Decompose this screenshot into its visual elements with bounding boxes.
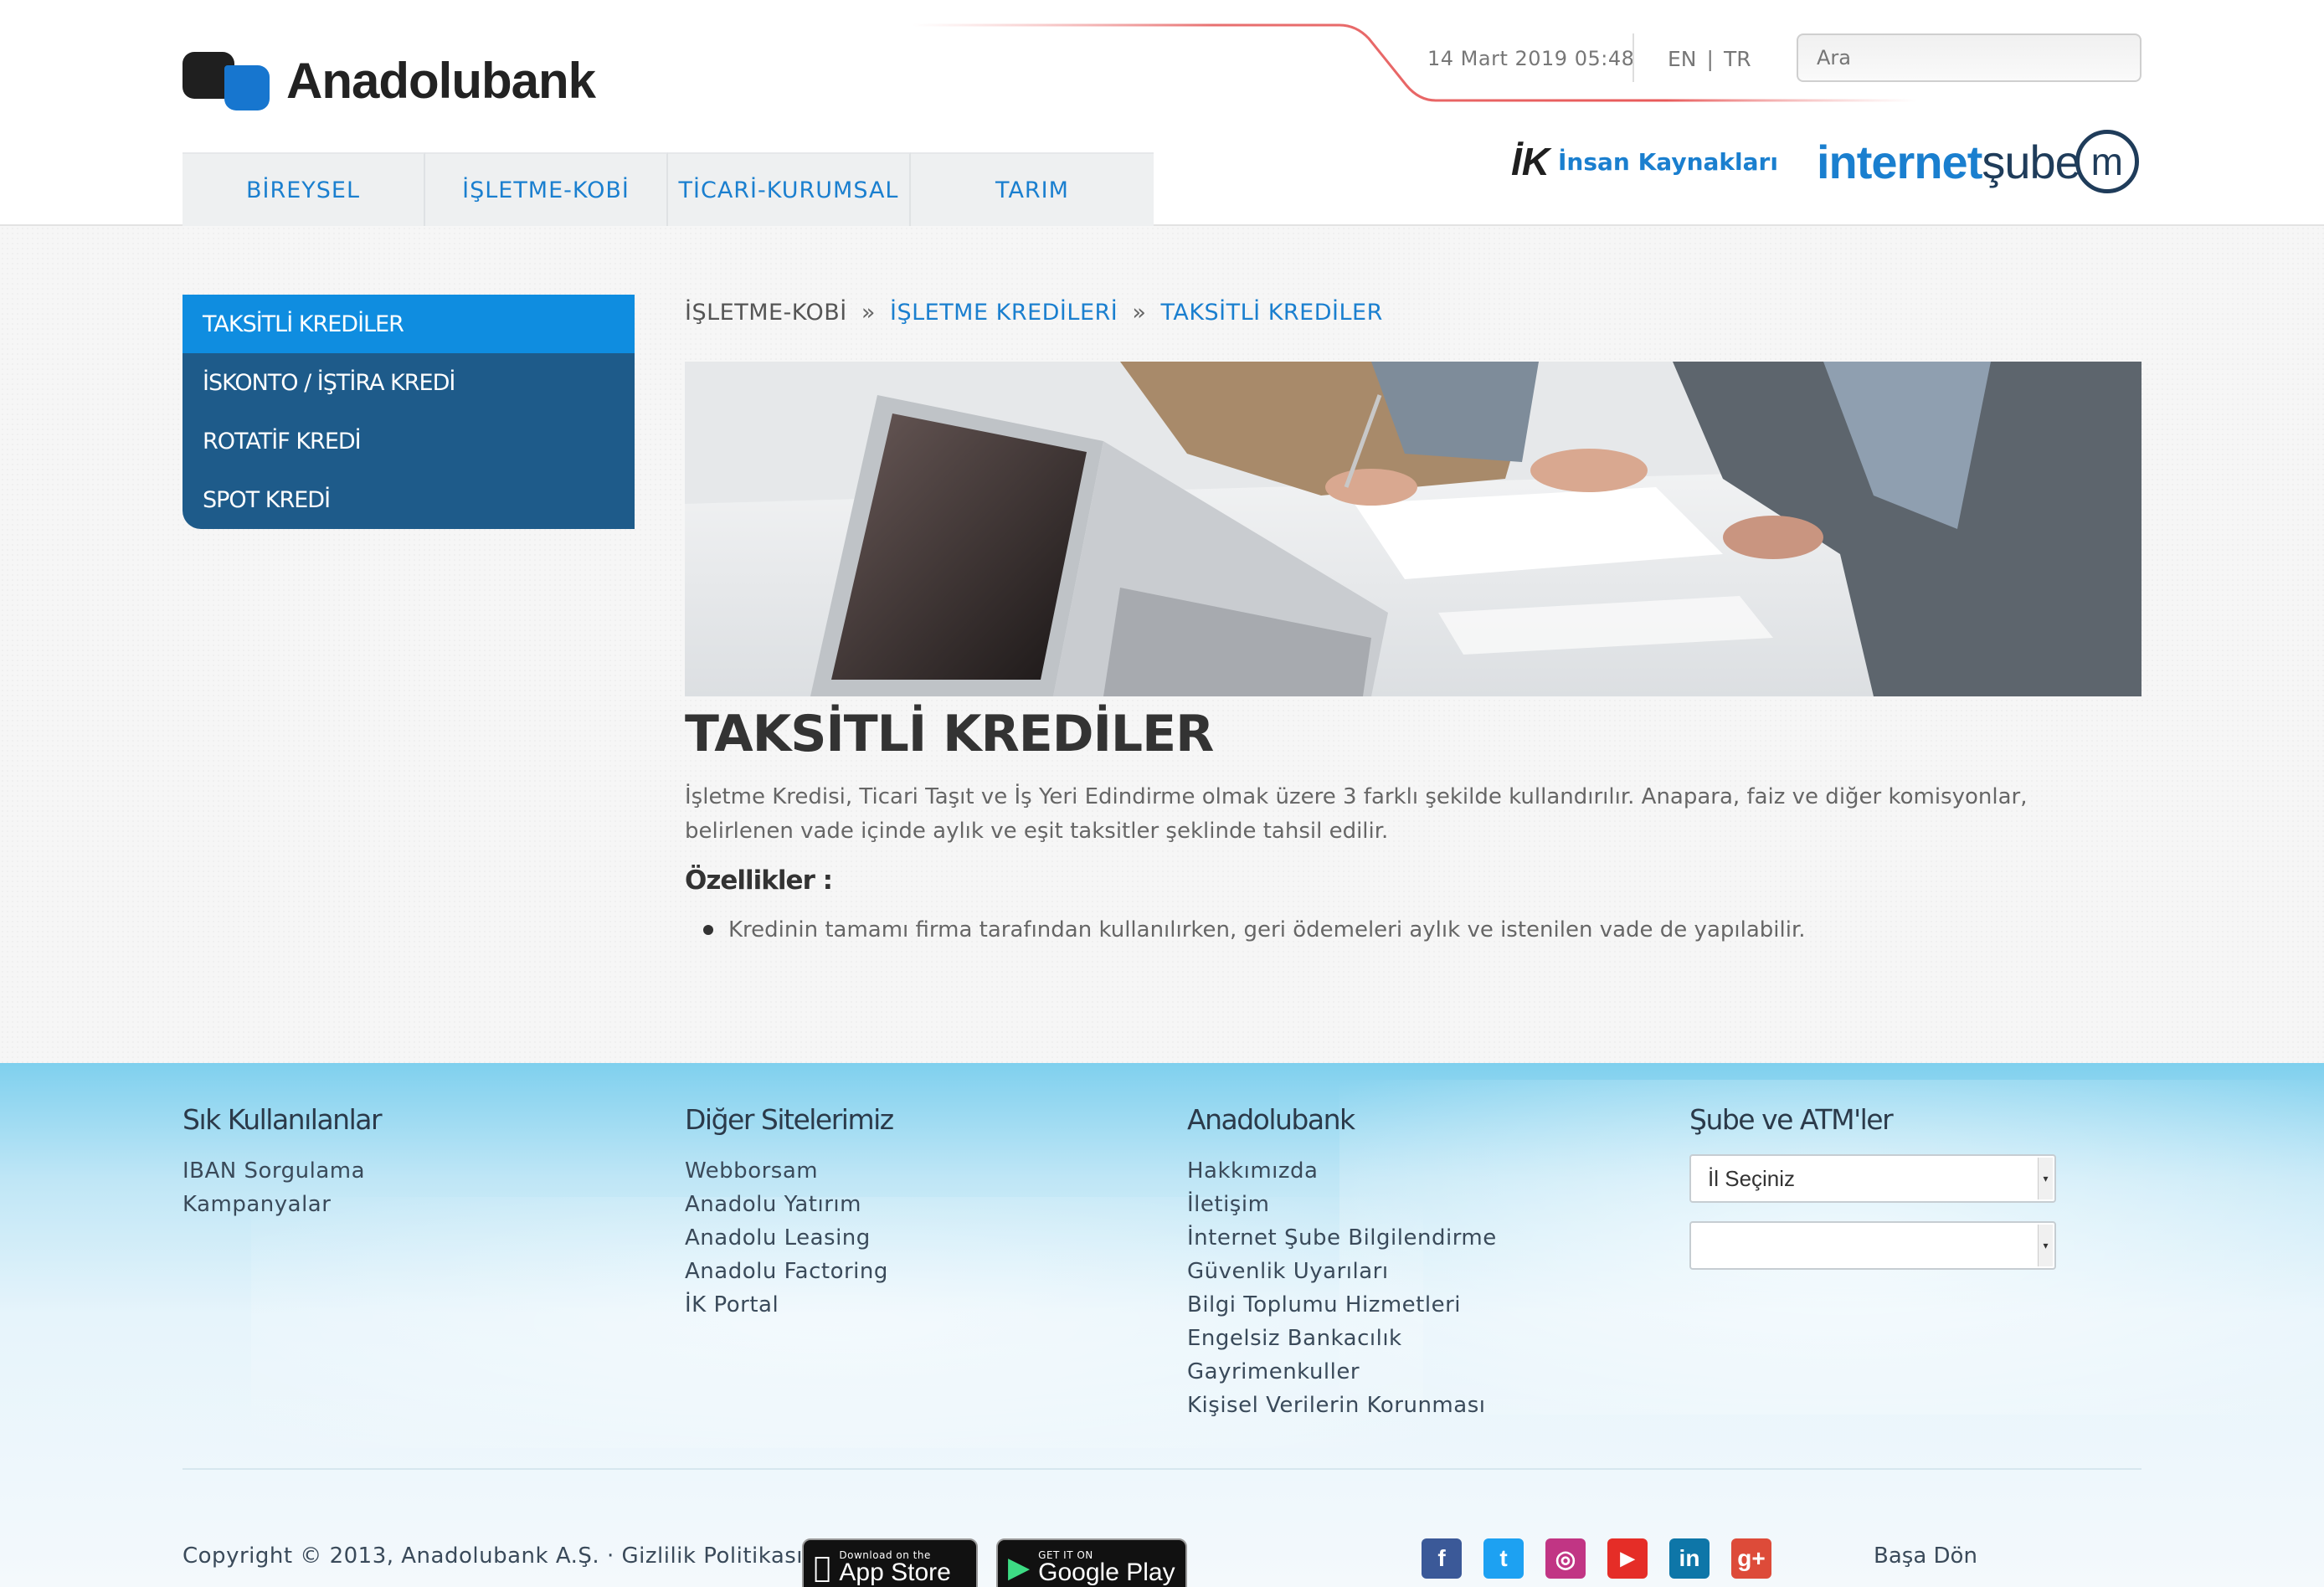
city-select-value: İl Seçiniz bbox=[1708, 1165, 1796, 1191]
footer-link-iban-sorgulama[interactable]: IBAN Sorgulama bbox=[183, 1154, 381, 1188]
footer-col-title: Şube ve ATM'ler bbox=[1689, 1103, 1894, 1136]
footer-link-anadolu-factoring[interactable]: Anadolu Factoring bbox=[685, 1255, 893, 1288]
footer-link-anadolu-yatirim[interactable]: Anadolu Yatırım bbox=[685, 1188, 893, 1221]
breadcrumb-taksitli-krediler[interactable]: TAKSİTLİ KREDİLER bbox=[1160, 300, 1382, 326]
page-title: TAKSİTLİ KREDİLER bbox=[685, 705, 1214, 763]
app-store-badge[interactable]:  Download on the App Store bbox=[802, 1538, 978, 1587]
site-header: Anadolubank 14 Mart 2019 05:48 EN | TR BİR… bbox=[0, 0, 2324, 226]
footer-link-kisisel-verilerin-korunmasi[interactable]: Kişisel Verilerin Korunması bbox=[1187, 1389, 1497, 1422]
hero-image bbox=[685, 362, 2141, 696]
internet-sube-word-sube: şube bbox=[1982, 135, 2080, 188]
ik-label: İnsan Kaynakları bbox=[1558, 147, 1778, 176]
features-list: Kredinin tamamı firma tarafından kullanı… bbox=[703, 917, 1806, 942]
back-to-top-link[interactable]: Başa Dön bbox=[1874, 1543, 1977, 1569]
copyright-text: Copyright © 2013, Anadolubank A.Ş. · Giz… bbox=[183, 1543, 818, 1569]
lang-separator: | bbox=[1706, 47, 1714, 71]
intro-text: İşletme Kredisi, Ticari Taşıt ve İş Yeri… bbox=[685, 784, 2028, 844]
footer-link-bilgi-toplumu-hizmetleri[interactable]: Bilgi Toplumu Hizmetleri bbox=[1187, 1288, 1497, 1322]
google-play-icon: ▶ bbox=[1008, 1551, 1031, 1584]
footer-col-sube-atm: Şube ve ATM'ler İl Seçiniz ▾ ▾ bbox=[1689, 1103, 2056, 1288]
lang-tr[interactable]: TR bbox=[1724, 47, 1751, 71]
footer-link-iletisim[interactable]: İletişim bbox=[1187, 1188, 1497, 1221]
ik-logo-icon: İK bbox=[1511, 140, 1550, 183]
app-store-big-text: App Store bbox=[822, 1559, 950, 1586]
insan-kaynaklari-link[interactable]: İK İnsan Kaynakları bbox=[1511, 139, 1778, 184]
dropdown-arrow-icon: ▾ bbox=[2038, 1158, 2053, 1199]
breadcrumb-separator: » bbox=[1132, 300, 1147, 326]
city-select[interactable]: İl Seçiniz ▾ bbox=[1689, 1154, 2056, 1203]
youtube-icon[interactable]: ▶ bbox=[1607, 1538, 1648, 1579]
footer-link-ik-portal[interactable]: İK Portal bbox=[685, 1288, 893, 1322]
breadcrumb: İŞLETME-KOBİ » İŞLETME KREDİLERİ » TAKSİ… bbox=[685, 300, 1383, 326]
footer-col-diger-sitelerimiz: Diğer Sitelerimiz Webborsam Anadolu Yatı… bbox=[685, 1103, 894, 1322]
side-item-rotatif-kredi[interactable]: ROTATİF KREDİ bbox=[183, 412, 635, 470]
footer-col-anadolubank: Anadolubank Hakkımızda İletişim İnternet… bbox=[1187, 1103, 1497, 1422]
footer-divider bbox=[183, 1468, 2141, 1470]
facebook-icon[interactable]: f bbox=[1422, 1538, 1462, 1579]
side-item-spot-kredi[interactable]: SPOT KREDİ bbox=[183, 470, 635, 529]
language-switcher: EN | TR bbox=[1668, 47, 1761, 71]
brand-name: Anadolubank bbox=[286, 52, 596, 109]
footer-link-webborsam[interactable]: Webborsam bbox=[685, 1154, 893, 1188]
nav-isletme-kobi[interactable]: İŞLETME-KOBİ bbox=[425, 152, 668, 226]
side-menu: TAKSİTLİ KREDİLER İSKONTO / İŞTİRA KREDİ… bbox=[183, 295, 635, 529]
logo-mark-icon bbox=[183, 50, 273, 110]
breadcrumb-separator: » bbox=[861, 300, 876, 326]
footer-link-guvenlik-uyarilari[interactable]: Güvenlik Uyarıları bbox=[1187, 1255, 1497, 1288]
footer-col-title: Diğer Sitelerimiz bbox=[685, 1103, 894, 1136]
bullet-icon bbox=[703, 925, 713, 935]
side-item-iskonto-istira-kredi[interactable]: İSKONTO / İŞTİRA KREDİ bbox=[183, 353, 635, 412]
instagram-icon[interactable]: ◎ bbox=[1545, 1538, 1586, 1579]
linkedin-icon[interactable]: in bbox=[1669, 1538, 1710, 1579]
features-heading: Özellikler : bbox=[685, 865, 833, 896]
footer-link-engelsiz-bankacilik[interactable]: Engelsiz Bankacılık bbox=[1187, 1322, 1497, 1355]
twitter-icon[interactable]: t bbox=[1483, 1538, 1524, 1579]
lang-en[interactable]: EN bbox=[1668, 47, 1697, 71]
internet-sube-word-internet: internet bbox=[1817, 135, 1982, 188]
breadcrumb-isletme-kredileri[interactable]: İŞLETME KREDİLERİ bbox=[890, 300, 1118, 326]
google-play-big-text: Google Play bbox=[1038, 1559, 1175, 1586]
feature-text: Kredinin tamamı firma tarafından kullanı… bbox=[728, 917, 1806, 942]
side-item-taksitli-krediler[interactable]: TAKSİTLİ KREDİLER bbox=[183, 295, 635, 353]
footer-col-sik-kullanilanlar: Sık Kullanılanlar IBAN Sorgulama Kampany… bbox=[183, 1103, 383, 1221]
footer-link-kampanyalar[interactable]: Kampanyalar bbox=[183, 1188, 381, 1221]
footer-link-internet-sube-bilgilendirme[interactable]: İnternet Şube Bilgilendirme bbox=[1187, 1221, 1497, 1255]
google-plus-icon[interactable]: g+ bbox=[1731, 1538, 1771, 1579]
footer-link-hakkimizda[interactable]: Hakkımızda bbox=[1187, 1154, 1497, 1188]
google-play-badge[interactable]: ▶ GET IT ON Google Play bbox=[996, 1538, 1187, 1587]
content-area: TAKSİTLİ KREDİLER İSKONTO / İŞTİRA KREDİ… bbox=[0, 226, 2324, 1063]
nav-bireysel[interactable]: BİREYSEL bbox=[183, 152, 425, 226]
header-date: 14 Mart 2019 05:48 bbox=[1427, 47, 1635, 70]
decorative-red-line bbox=[913, 23, 1917, 102]
internet-sube-link[interactable]: internet şube m bbox=[1817, 130, 2139, 193]
district-select[interactable]: ▾ bbox=[1689, 1221, 2056, 1270]
search-input[interactable] bbox=[1797, 33, 2141, 82]
footer-link-anadolu-leasing[interactable]: Anadolu Leasing bbox=[685, 1221, 893, 1255]
apple-icon:  bbox=[814, 1551, 830, 1584]
footer-col-title: Sık Kullanılanlar bbox=[183, 1103, 383, 1136]
list-item: Kredinin tamamı firma tarafından kullanı… bbox=[703, 917, 1806, 942]
mobile-m-icon: m bbox=[2075, 130, 2139, 193]
footer-link-gayrimenkuller[interactable]: Gayrimenkuller bbox=[1187, 1355, 1497, 1389]
footer-col-title: Anadolubank bbox=[1187, 1103, 1355, 1136]
header-divider bbox=[1632, 33, 1634, 82]
nav-ticari-kurumsal[interactable]: TİCARİ-KURUMSAL bbox=[668, 152, 911, 226]
main-nav: BİREYSEL İŞLETME-KOBİ TİCARİ-KURUMSAL TA… bbox=[183, 152, 1154, 226]
dropdown-arrow-icon: ▾ bbox=[2038, 1225, 2053, 1266]
social-links: f t ◎ ▶ in g+ bbox=[1422, 1538, 1793, 1579]
nav-tarim[interactable]: TARIM bbox=[911, 152, 1154, 226]
breadcrumb-isletme-kobi[interactable]: İŞLETME-KOBİ bbox=[685, 300, 847, 326]
anadolubank-logo[interactable]: Anadolubank bbox=[183, 50, 596, 110]
site-footer: Sık Kullanılanlar IBAN Sorgulama Kampany… bbox=[0, 1063, 2324, 1587]
